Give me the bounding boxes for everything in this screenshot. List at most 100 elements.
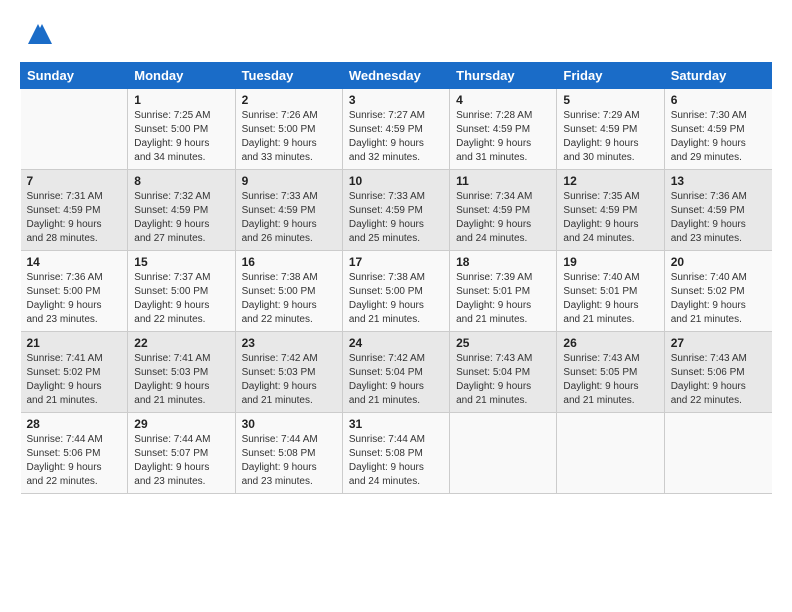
- weekday-header-row: SundayMondayTuesdayWednesdayThursdayFrid…: [21, 63, 772, 89]
- day-number: 7: [27, 174, 122, 188]
- day-info: Sunrise: 7:36 AM Sunset: 5:00 PM Dayligh…: [27, 271, 122, 327]
- calendar-cell: 4 Sunrise: 7:28 AM Sunset: 4:59 PM Daylig…: [450, 89, 557, 170]
- day-info: Sunrise: 7:43 AM Sunset: 5:06 PM Dayligh…: [671, 352, 766, 408]
- calendar-cell: 5 Sunrise: 7:29 AM Sunset: 4:59 PM Daylig…: [557, 89, 664, 170]
- day-info: Sunrise: 7:44 AM Sunset: 5:07 PM Dayligh…: [134, 433, 228, 489]
- page-container: SundayMondayTuesdayWednesdayThursdayFrid…: [0, 0, 792, 504]
- day-number: 6: [671, 93, 766, 107]
- calendar-cell: 10 Sunrise: 7:33 AM Sunset: 4:59 PM Dayli…: [342, 170, 449, 251]
- day-number: 26: [563, 336, 657, 350]
- day-number: 2: [242, 93, 336, 107]
- day-number: 25: [456, 336, 550, 350]
- calendar-cell: [557, 413, 664, 494]
- day-number: 10: [349, 174, 443, 188]
- calendar-cell: [450, 413, 557, 494]
- calendar-cell: 13Sunrise: 7:36 AM Sunset: 4:59 PM Dayli…: [664, 170, 771, 251]
- day-number: 21: [27, 336, 122, 350]
- day-number: 8: [134, 174, 228, 188]
- day-info: Sunrise: 7:44 AM Sunset: 5:08 PM Dayligh…: [242, 433, 336, 489]
- day-number: 1: [134, 93, 228, 107]
- weekday-header: Sunday: [21, 63, 128, 89]
- day-number: 15: [134, 255, 228, 269]
- calendar-cell: 2 Sunrise: 7:26 AM Sunset: 5:00 PM Daylig…: [235, 89, 342, 170]
- calendar-cell: 6 Sunrise: 7:30 AM Sunset: 4:59 PM Daylig…: [664, 89, 771, 170]
- day-info: Sunrise: 7:25 AM Sunset: 5:00 PM Dayligh…: [134, 109, 228, 165]
- calendar-cell: 29 Sunrise: 7:44 AM Sunset: 5:07 PM Dayli…: [128, 413, 235, 494]
- day-number: 9: [242, 174, 336, 188]
- day-info: Sunrise: 7:33 AM Sunset: 4:59 PM Dayligh…: [242, 190, 336, 246]
- calendar-cell: 12 Sunrise: 7:35 AM Sunset: 4:59 PM Dayli…: [557, 170, 664, 251]
- calendar-table: SundayMondayTuesdayWednesdayThursdayFrid…: [20, 62, 772, 494]
- day-info: Sunrise: 7:30 AM Sunset: 4:59 PM Dayligh…: [671, 109, 766, 165]
- day-info: Sunrise: 7:28 AM Sunset: 4:59 PM Dayligh…: [456, 109, 550, 165]
- calendar-cell: 15 Sunrise: 7:37 AM Sunset: 5:00 PM Dayli…: [128, 251, 235, 332]
- calendar-cell: 7 Sunrise: 7:31 AM Sunset: 4:59 PM Daylig…: [21, 170, 128, 251]
- weekday-header: Thursday: [450, 63, 557, 89]
- day-info: Sunrise: 7:33 AM Sunset: 4:59 PM Dayligh…: [349, 190, 443, 246]
- day-info: Sunrise: 7:38 AM Sunset: 5:00 PM Dayligh…: [349, 271, 443, 327]
- calendar-cell: 8 Sunrise: 7:32 AM Sunset: 4:59 PM Daylig…: [128, 170, 235, 251]
- calendar-cell: 21Sunrise: 7:41 AM Sunset: 5:02 PM Dayli…: [21, 332, 128, 413]
- day-info: Sunrise: 7:34 AM Sunset: 4:59 PM Dayligh…: [456, 190, 550, 246]
- logo: [20, 20, 52, 48]
- day-number: 31: [349, 417, 443, 431]
- calendar-cell: 25Sunrise: 7:43 AM Sunset: 5:04 PM Dayli…: [450, 332, 557, 413]
- day-info: Sunrise: 7:42 AM Sunset: 5:03 PM Dayligh…: [242, 352, 336, 408]
- calendar-cell: 22Sunrise: 7:41 AM Sunset: 5:03 PM Dayli…: [128, 332, 235, 413]
- day-number: 16: [242, 255, 336, 269]
- calendar-week-row: 14Sunrise: 7:36 AM Sunset: 5:00 PM Dayli…: [21, 251, 772, 332]
- calendar-cell: 11Sunrise: 7:34 AM Sunset: 4:59 PM Dayli…: [450, 170, 557, 251]
- calendar-week-row: 7 Sunrise: 7:31 AM Sunset: 4:59 PM Daylig…: [21, 170, 772, 251]
- calendar-cell: 23 Sunrise: 7:42 AM Sunset: 5:03 PM Dayli…: [235, 332, 342, 413]
- day-number: 23: [242, 336, 336, 350]
- weekday-header: Saturday: [664, 63, 771, 89]
- day-number: 3: [349, 93, 443, 107]
- weekday-header: Monday: [128, 63, 235, 89]
- calendar-cell: 18 Sunrise: 7:39 AM Sunset: 5:01 PM Dayli…: [450, 251, 557, 332]
- day-info: Sunrise: 7:35 AM Sunset: 4:59 PM Dayligh…: [563, 190, 657, 246]
- day-number: 22: [134, 336, 228, 350]
- calendar-cell: [664, 413, 771, 494]
- day-number: 28: [27, 417, 122, 431]
- day-info: Sunrise: 7:32 AM Sunset: 4:59 PM Dayligh…: [134, 190, 228, 246]
- day-info: Sunrise: 7:29 AM Sunset: 4:59 PM Dayligh…: [563, 109, 657, 165]
- calendar-cell: 31 Sunrise: 7:44 AM Sunset: 5:08 PM Dayli…: [342, 413, 449, 494]
- calendar-cell: 27 Sunrise: 7:43 AM Sunset: 5:06 PM Dayli…: [664, 332, 771, 413]
- day-number: 12: [563, 174, 657, 188]
- day-info: Sunrise: 7:38 AM Sunset: 5:00 PM Dayligh…: [242, 271, 336, 327]
- day-number: 29: [134, 417, 228, 431]
- calendar-cell: 17 Sunrise: 7:38 AM Sunset: 5:00 PM Dayli…: [342, 251, 449, 332]
- day-number: 4: [456, 93, 550, 107]
- day-number: 17: [349, 255, 443, 269]
- day-info: Sunrise: 7:44 AM Sunset: 5:08 PM Dayligh…: [349, 433, 443, 489]
- day-info: Sunrise: 7:39 AM Sunset: 5:01 PM Dayligh…: [456, 271, 550, 327]
- calendar-cell: 28Sunrise: 7:44 AM Sunset: 5:06 PM Dayli…: [21, 413, 128, 494]
- day-info: Sunrise: 7:27 AM Sunset: 4:59 PM Dayligh…: [349, 109, 443, 165]
- day-number: 13: [671, 174, 766, 188]
- day-number: 30: [242, 417, 336, 431]
- calendar-cell: 26Sunrise: 7:43 AM Sunset: 5:05 PM Dayli…: [557, 332, 664, 413]
- day-number: 18: [456, 255, 550, 269]
- calendar-cell: 1 Sunrise: 7:25 AM Sunset: 5:00 PM Daylig…: [128, 89, 235, 170]
- day-info: Sunrise: 7:37 AM Sunset: 5:00 PM Dayligh…: [134, 271, 228, 327]
- day-number: 19: [563, 255, 657, 269]
- logo-icon: [24, 20, 52, 48]
- day-info: Sunrise: 7:31 AM Sunset: 4:59 PM Dayligh…: [27, 190, 122, 246]
- day-info: Sunrise: 7:26 AM Sunset: 5:00 PM Dayligh…: [242, 109, 336, 165]
- calendar-week-row: 28Sunrise: 7:44 AM Sunset: 5:06 PM Dayli…: [21, 413, 772, 494]
- header: [20, 20, 772, 48]
- calendar-cell: 19 Sunrise: 7:40 AM Sunset: 5:01 PM Dayli…: [557, 251, 664, 332]
- calendar-cell: 9 Sunrise: 7:33 AM Sunset: 4:59 PM Daylig…: [235, 170, 342, 251]
- calendar-week-row: 21Sunrise: 7:41 AM Sunset: 5:02 PM Dayli…: [21, 332, 772, 413]
- weekday-header: Wednesday: [342, 63, 449, 89]
- day-info: Sunrise: 7:40 AM Sunset: 5:01 PM Dayligh…: [563, 271, 657, 327]
- calendar-cell: [21, 89, 128, 170]
- day-number: 27: [671, 336, 766, 350]
- calendar-cell: 16 Sunrise: 7:38 AM Sunset: 5:00 PM Dayli…: [235, 251, 342, 332]
- calendar-week-row: 1 Sunrise: 7:25 AM Sunset: 5:00 PM Daylig…: [21, 89, 772, 170]
- weekday-header: Friday: [557, 63, 664, 89]
- day-number: 5: [563, 93, 657, 107]
- day-number: 20: [671, 255, 766, 269]
- day-info: Sunrise: 7:42 AM Sunset: 5:04 PM Dayligh…: [349, 352, 443, 408]
- calendar-cell: 24Sunrise: 7:42 AM Sunset: 5:04 PM Dayli…: [342, 332, 449, 413]
